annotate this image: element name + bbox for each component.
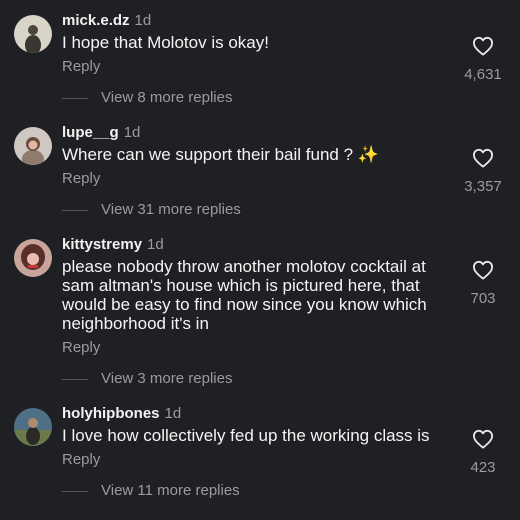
avatar[interactable] — [14, 239, 52, 277]
view-replies-label: View 11 more replies — [101, 482, 240, 499]
like-count: 703 — [470, 290, 496, 307]
comment-time: 1d — [134, 12, 152, 29]
comment-time: 1d — [164, 405, 182, 422]
view-replies-label: View 31 more replies — [101, 201, 241, 218]
reply-button[interactable]: Reply — [62, 339, 440, 357]
like-count: 4,631 — [464, 66, 502, 83]
avatar[interactable] — [14, 127, 52, 165]
view-more-replies[interactable]: View 3 more replies — [62, 370, 232, 388]
username[interactable]: holyhipbones — [62, 405, 160, 422]
view-more-replies[interactable]: View 8 more replies — [62, 89, 232, 107]
divider — [62, 97, 88, 99]
reply-button[interactable]: Reply — [62, 58, 440, 76]
heart-outline-icon[interactable] — [460, 148, 506, 168]
divider — [62, 490, 88, 492]
view-replies-label: View 8 more replies — [101, 89, 233, 106]
avatar[interactable] — [14, 15, 52, 53]
heart-outline-icon[interactable] — [460, 260, 506, 280]
comment-text: Where can we support their bail fund ? ✨ — [62, 145, 379, 164]
reply-button[interactable]: Reply — [62, 170, 440, 188]
view-replies-label: View 3 more replies — [101, 370, 233, 387]
heart-outline-icon[interactable] — [460, 36, 506, 56]
comment-text: I love how collectively fed up the worki… — [62, 426, 430, 445]
comment-time: 1d — [147, 236, 164, 253]
avatar[interactable] — [14, 408, 52, 446]
comment-text: I hope that Molotov is okay! — [62, 33, 269, 52]
like-count: 3,357 — [464, 178, 502, 195]
username[interactable]: lupe__g — [62, 124, 119, 141]
view-more-replies[interactable]: View 31 more replies — [62, 201, 241, 219]
reply-button[interactable]: Reply — [62, 451, 440, 469]
divider — [62, 209, 88, 211]
comment-time: 1d — [123, 124, 141, 141]
divider — [62, 378, 88, 380]
comment-text: please nobody throw another molotov cock… — [62, 257, 427, 333]
view-more-replies[interactable]: View 11 more replies — [62, 482, 240, 500]
heart-outline-icon[interactable] — [460, 429, 506, 449]
like-count: 423 — [470, 459, 496, 476]
username[interactable]: kittystremy — [62, 236, 142, 253]
username[interactable]: mick.e.dz — [62, 12, 130, 29]
